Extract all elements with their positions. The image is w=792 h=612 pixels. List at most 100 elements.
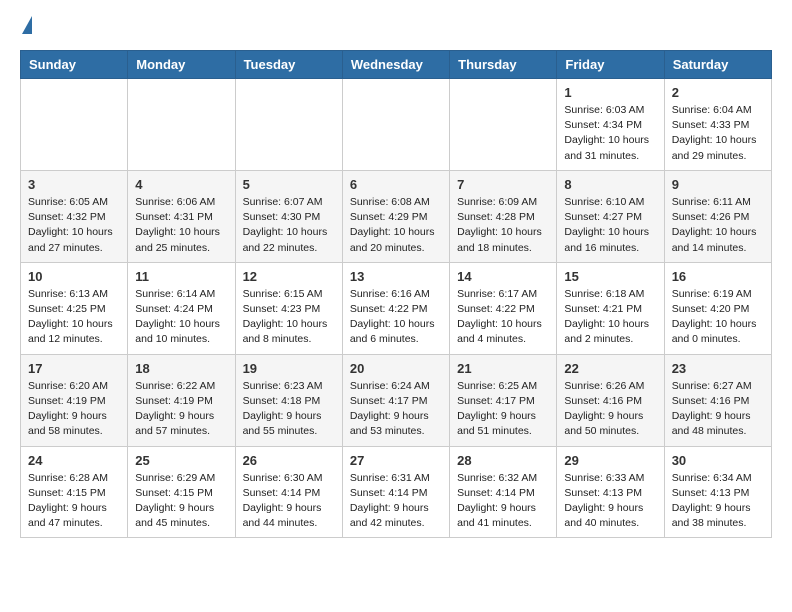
- calendar-cell: 19 Sunrise: 6:23 AM Sunset: 4:18 PM Dayli…: [235, 354, 342, 446]
- day-number: 22: [564, 361, 656, 376]
- day-number: 7: [457, 177, 549, 192]
- weekday-header: Friday: [557, 51, 664, 79]
- day-number: 6: [350, 177, 442, 192]
- day-number: 9: [672, 177, 764, 192]
- calendar-cell: 17 Sunrise: 6:20 AM Sunset: 4:19 PM Dayli…: [21, 354, 128, 446]
- day-info: Sunrise: 6:22 AM Sunset: 4:19 PM Dayligh…: [135, 379, 227, 440]
- weekday-header: Sunday: [21, 51, 128, 79]
- calendar-cell: [21, 79, 128, 171]
- calendar-cell: 4Sunrise: 6:06 AM Sunset: 4:31 PM Daylig…: [128, 170, 235, 262]
- day-info: Sunrise: 6:26 AM Sunset: 4:16 PM Dayligh…: [564, 379, 656, 440]
- calendar-cell: 22 Sunrise: 6:26 AM Sunset: 4:16 PM Dayli…: [557, 354, 664, 446]
- calendar-header-row: SundayMondayTuesdayWednesdayThursdayFrid…: [21, 51, 772, 79]
- day-info: Sunrise: 6:33 AM Sunset: 4:13 PM Dayligh…: [564, 471, 656, 532]
- calendar-cell: [450, 79, 557, 171]
- day-info: Sunrise: 6:20 AM Sunset: 4:19 PM Dayligh…: [28, 379, 120, 440]
- calendar-cell: 9 Sunrise: 6:11 AM Sunset: 4:26 PM Daylig…: [664, 170, 771, 262]
- calendar-cell: 7 Sunrise: 6:09 AM Sunset: 4:28 PM Daylig…: [450, 170, 557, 262]
- calendar-week-row: 24Sunrise: 6:28 AM Sunset: 4:15 PM Dayli…: [21, 446, 772, 538]
- day-number: 26: [243, 453, 335, 468]
- day-number: 5: [243, 177, 335, 192]
- calendar-table: SundayMondayTuesdayWednesdayThursdayFrid…: [20, 50, 772, 538]
- day-info: Sunrise: 6:23 AM Sunset: 4:18 PM Dayligh…: [243, 379, 335, 440]
- calendar-cell: 27Sunrise: 6:31 AM Sunset: 4:14 PM Dayli…: [342, 446, 449, 538]
- calendar-cell: 8 Sunrise: 6:10 AM Sunset: 4:27 PM Daylig…: [557, 170, 664, 262]
- calendar-cell: [342, 79, 449, 171]
- day-number: 14: [457, 269, 549, 284]
- calendar-cell: 25 Sunrise: 6:29 AM Sunset: 4:15 PM Dayli…: [128, 446, 235, 538]
- calendar-cell: 6 Sunrise: 6:08 AM Sunset: 4:29 PM Daylig…: [342, 170, 449, 262]
- day-number: 2: [672, 85, 764, 100]
- day-info: Sunrise: 6:27 AM Sunset: 4:16 PM Dayligh…: [672, 379, 764, 440]
- day-number: 23: [672, 361, 764, 376]
- calendar-cell: 23 Sunrise: 6:27 AM Sunset: 4:16 PM Dayli…: [664, 354, 771, 446]
- calendar-week-row: 3Sunrise: 6:05 AM Sunset: 4:32 PM Daylig…: [21, 170, 772, 262]
- day-info: Sunrise: 6:17 AM Sunset: 4:22 PM Dayligh…: [457, 287, 549, 348]
- calendar-cell: 11 Sunrise: 6:14 AM Sunset: 4:24 PM Dayli…: [128, 262, 235, 354]
- day-info: Sunrise: 6:15 AM Sunset: 4:23 PM Dayligh…: [243, 287, 335, 348]
- day-info: Sunrise: 6:29 AM Sunset: 4:15 PM Dayligh…: [135, 471, 227, 532]
- weekday-header: Saturday: [664, 51, 771, 79]
- weekday-header: Thursday: [450, 51, 557, 79]
- weekday-header: Tuesday: [235, 51, 342, 79]
- day-info: Sunrise: 6:09 AM Sunset: 4:28 PM Dayligh…: [457, 195, 549, 256]
- day-info: Sunrise: 6:05 AM Sunset: 4:32 PM Dayligh…: [28, 195, 120, 256]
- day-number: 30: [672, 453, 764, 468]
- day-info: Sunrise: 6:34 AM Sunset: 4:13 PM Dayligh…: [672, 471, 764, 532]
- weekday-header: Wednesday: [342, 51, 449, 79]
- calendar-cell: 15 Sunrise: 6:18 AM Sunset: 4:21 PM Dayli…: [557, 262, 664, 354]
- calendar-cell: [128, 79, 235, 171]
- calendar-cell: 24Sunrise: 6:28 AM Sunset: 4:15 PM Dayli…: [21, 446, 128, 538]
- day-info: Sunrise: 6:16 AM Sunset: 4:22 PM Dayligh…: [350, 287, 442, 348]
- calendar-cell: 18 Sunrise: 6:22 AM Sunset: 4:19 PM Dayli…: [128, 354, 235, 446]
- day-info: Sunrise: 6:25 AM Sunset: 4:17 PM Dayligh…: [457, 379, 549, 440]
- calendar-cell: 28 Sunrise: 6:32 AM Sunset: 4:14 PM Dayli…: [450, 446, 557, 538]
- day-info: Sunrise: 6:07 AM Sunset: 4:30 PM Dayligh…: [243, 195, 335, 256]
- calendar-cell: 21Sunrise: 6:25 AM Sunset: 4:17 PM Dayli…: [450, 354, 557, 446]
- day-number: 11: [135, 269, 227, 284]
- day-number: 28: [457, 453, 549, 468]
- day-info: Sunrise: 6:30 AM Sunset: 4:14 PM Dayligh…: [243, 471, 335, 532]
- calendar-week-row: 10Sunrise: 6:13 AM Sunset: 4:25 PM Dayli…: [21, 262, 772, 354]
- day-number: 12: [243, 269, 335, 284]
- day-number: 24: [28, 453, 120, 468]
- calendar-cell: 20Sunrise: 6:24 AM Sunset: 4:17 PM Dayli…: [342, 354, 449, 446]
- logo: [20, 20, 32, 34]
- day-number: 29: [564, 453, 656, 468]
- calendar-cell: 12 Sunrise: 6:15 AM Sunset: 4:23 PM Dayli…: [235, 262, 342, 354]
- day-info: Sunrise: 6:03 AM Sunset: 4:34 PM Dayligh…: [564, 103, 656, 164]
- day-info: Sunrise: 6:10 AM Sunset: 4:27 PM Dayligh…: [564, 195, 656, 256]
- day-info: Sunrise: 6:11 AM Sunset: 4:26 PM Dayligh…: [672, 195, 764, 256]
- day-info: Sunrise: 6:04 AM Sunset: 4:33 PM Dayligh…: [672, 103, 764, 164]
- calendar-cell: 5 Sunrise: 6:07 AM Sunset: 4:30 PM Daylig…: [235, 170, 342, 262]
- calendar-cell: [235, 79, 342, 171]
- calendar-cell: 2 Sunrise: 6:04 AM Sunset: 4:33 PM Daylig…: [664, 79, 771, 171]
- day-info: Sunrise: 6:14 AM Sunset: 4:24 PM Dayligh…: [135, 287, 227, 348]
- day-number: 19: [243, 361, 335, 376]
- day-info: Sunrise: 6:24 AM Sunset: 4:17 PM Dayligh…: [350, 379, 442, 440]
- day-info: Sunrise: 6:18 AM Sunset: 4:21 PM Dayligh…: [564, 287, 656, 348]
- calendar-cell: 16Sunrise: 6:19 AM Sunset: 4:20 PM Dayli…: [664, 262, 771, 354]
- day-number: 18: [135, 361, 227, 376]
- calendar-week-row: 1Sunrise: 6:03 AM Sunset: 4:34 PM Daylig…: [21, 79, 772, 171]
- page-header: [20, 20, 772, 34]
- day-info: Sunrise: 6:19 AM Sunset: 4:20 PM Dayligh…: [672, 287, 764, 348]
- calendar-cell: 13 Sunrise: 6:16 AM Sunset: 4:22 PM Dayli…: [342, 262, 449, 354]
- calendar-cell: 30 Sunrise: 6:34 AM Sunset: 4:13 PM Dayli…: [664, 446, 771, 538]
- day-info: Sunrise: 6:06 AM Sunset: 4:31 PM Dayligh…: [135, 195, 227, 256]
- day-number: 17: [28, 361, 120, 376]
- weekday-header: Monday: [128, 51, 235, 79]
- day-number: 8: [564, 177, 656, 192]
- day-info: Sunrise: 6:31 AM Sunset: 4:14 PM Dayligh…: [350, 471, 442, 532]
- logo-icon: [22, 16, 32, 34]
- calendar-cell: 1Sunrise: 6:03 AM Sunset: 4:34 PM Daylig…: [557, 79, 664, 171]
- day-info: Sunrise: 6:32 AM Sunset: 4:14 PM Dayligh…: [457, 471, 549, 532]
- calendar-cell: 26 Sunrise: 6:30 AM Sunset: 4:14 PM Dayli…: [235, 446, 342, 538]
- day-number: 13: [350, 269, 442, 284]
- calendar-cell: 3Sunrise: 6:05 AM Sunset: 4:32 PM Daylig…: [21, 170, 128, 262]
- day-number: 15: [564, 269, 656, 284]
- calendar-week-row: 17 Sunrise: 6:20 AM Sunset: 4:19 PM Dayli…: [21, 354, 772, 446]
- day-number: 25: [135, 453, 227, 468]
- day-info: Sunrise: 6:08 AM Sunset: 4:29 PM Dayligh…: [350, 195, 442, 256]
- calendar-cell: 10Sunrise: 6:13 AM Sunset: 4:25 PM Dayli…: [21, 262, 128, 354]
